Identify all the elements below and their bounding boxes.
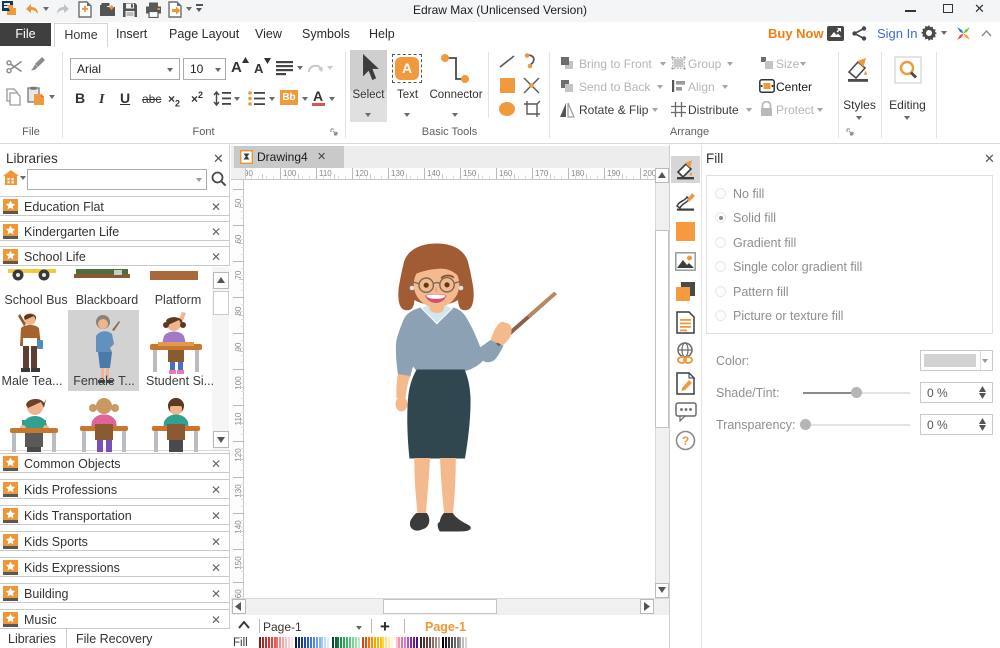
svg-text:?: ? xyxy=(682,434,689,448)
